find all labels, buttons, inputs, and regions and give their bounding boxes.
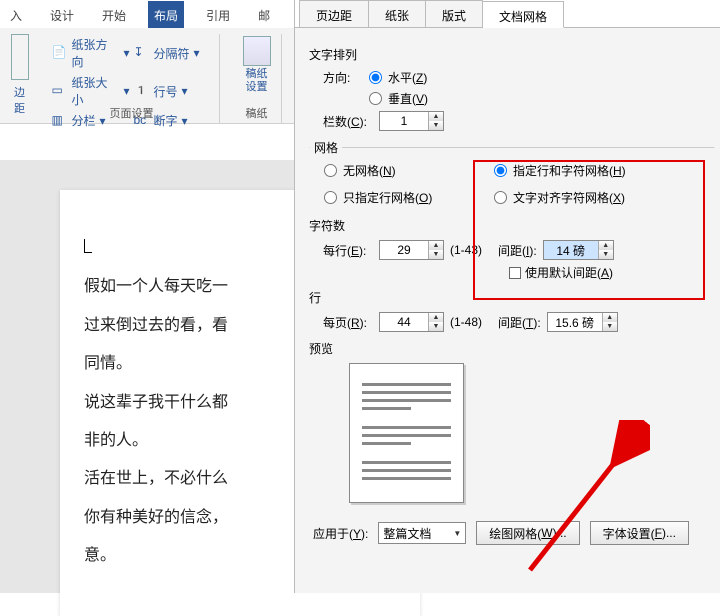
font-settings-button[interactable]: 字体设置(F)...	[590, 521, 689, 545]
ribbon-tab-layout[interactable]: 布局	[148, 1, 184, 28]
char-spacing-label: 间距(I):	[498, 242, 537, 259]
breaks-icon: ↧	[134, 45, 150, 61]
columns-count-label: 栏数(C):	[323, 113, 373, 130]
line-char-grid-radio[interactable]: 指定行和字符网格(H)	[494, 162, 714, 179]
grid-fieldset: 网格 无网格(N) 指定行和字符网格(H) 只指定行网格(O) 文字对齐字符网格…	[309, 139, 715, 209]
line-spacing-spinner[interactable]: ▲▼	[547, 312, 618, 332]
line-spacing-label: 间距(T):	[498, 314, 541, 331]
dialog-tab-strip: 页边距 纸张 版式 文档网格	[295, 0, 720, 28]
writing-paper-group-label: 稿纸	[232, 105, 281, 121]
page-setup-group-label: 页面设置	[44, 105, 219, 121]
breaks-button[interactable]: ↧分隔符 ▾	[132, 34, 214, 72]
preview-box	[349, 363, 464, 503]
grid-title: 网格	[310, 139, 342, 156]
spinner-down-icon[interactable]: ▼	[429, 322, 443, 331]
tab-paper[interactable]: 纸张	[369, 0, 426, 27]
ribbon-tab-design[interactable]: 设计	[44, 1, 80, 28]
columns-count-spinner[interactable]: ▲▼	[379, 111, 444, 131]
spinner-up-icon[interactable]: ▲	[429, 313, 443, 322]
apply-to-value: 整篇文档	[383, 525, 447, 542]
writing-paper-icon[interactable]	[243, 36, 271, 66]
ribbon-tab-references[interactable]: 引用	[200, 1, 236, 28]
chars-title: 字符数	[309, 217, 706, 234]
orientation-icon: 📄	[52, 45, 68, 61]
lines-per-page-input[interactable]	[380, 313, 428, 331]
chars-per-line-range: (1-43)	[450, 243, 482, 257]
use-default-spacing-checkbox[interactable]: 使用默认间距(A)	[509, 264, 613, 281]
spinner-down-icon[interactable]: ▼	[599, 250, 613, 259]
direction-label: 方向:	[323, 69, 363, 86]
tab-document-grid[interactable]: 文档网格	[483, 1, 564, 28]
orientation-button[interactable]: 📄纸张方向 ▾	[50, 34, 132, 72]
draw-grid-button[interactable]: 绘图网格(W)...	[476, 521, 579, 545]
chevron-down-icon: ▼	[453, 529, 461, 538]
char-spacing-spinner[interactable]: ▲▼	[543, 240, 614, 260]
spinner-down-icon[interactable]: ▼	[603, 322, 617, 331]
char-align-grid-radio[interactable]: 文字对齐字符网格(X)	[494, 189, 714, 206]
no-grid-radio[interactable]: 无网格(N)	[324, 162, 494, 179]
ribbon-group-page-setup: 📄纸张方向 ▾ ↧分隔符 ▾ ▭纸张大小 ▾ 1️行号 ▾ ▥分栏 ▾ bc断字…	[44, 34, 220, 123]
ribbon-tab-home[interactable]: 开始	[96, 1, 132, 28]
apply-to-label: 应用于(Y):	[313, 525, 368, 542]
spinner-down-icon[interactable]: ▼	[429, 250, 443, 259]
dialog-body: 文字排列 方向: 水平(Z) 垂直(V) 栏数(C): ▲▼ 网格 无网格(N)…	[295, 28, 720, 559]
page-setup-dialog: 页边距 纸张 版式 文档网格 文字排列 方向: 水平(Z) 垂直(V) 栏数(C…	[294, 0, 720, 593]
spinner-up-icon[interactable]: ▲	[603, 313, 617, 322]
line-numbers-icon: 1️	[134, 83, 150, 99]
chars-per-line-label: 每行(E):	[323, 242, 373, 259]
ribbon-group-writing-paper: 稿纸 设置 稿纸	[232, 34, 282, 123]
line-only-grid-radio[interactable]: 只指定行网格(O)	[324, 189, 494, 206]
writing-paper-button[interactable]: 稿纸 设置	[246, 68, 268, 94]
text-arrange-title: 文字排列	[309, 46, 706, 63]
preview-title: 预览	[309, 340, 706, 357]
spinner-up-icon[interactable]: ▲	[599, 241, 613, 250]
text-cursor	[84, 239, 92, 253]
apply-to-combo[interactable]: 整篇文档 ▼	[378, 522, 466, 544]
columns-count-input[interactable]	[380, 112, 428, 130]
tab-margins[interactable]: 页边距	[299, 0, 369, 27]
direction-vertical-radio[interactable]: 垂直(V)	[369, 90, 428, 107]
ribbon-tab-mailings[interactable]: 邮	[252, 1, 276, 28]
chars-per-line-input[interactable]	[380, 241, 428, 259]
lines-per-page-label: 每页(R):	[323, 314, 373, 331]
ribbon-tab-insert[interactable]: 入	[4, 1, 28, 28]
spinner-up-icon[interactable]: ▲	[429, 112, 443, 121]
spinner-down-icon[interactable]: ▼	[429, 121, 443, 130]
chars-per-line-spinner[interactable]: ▲▼	[379, 240, 444, 260]
lines-title: 行	[309, 289, 706, 306]
line-spacing-input[interactable]	[548, 313, 602, 331]
tab-layout[interactable]: 版式	[426, 0, 483, 27]
ribbon-group-margins: 边距	[8, 34, 32, 123]
ribbon-margins-label[interactable]: 边距	[14, 84, 26, 116]
lines-per-page-spinner[interactable]: ▲▼	[379, 312, 444, 332]
lines-per-page-range: (1-48)	[450, 315, 482, 329]
direction-horizontal-radio[interactable]: 水平(Z)	[369, 69, 427, 86]
spinner-up-icon[interactable]: ▲	[429, 241, 443, 250]
size-icon: ▭	[52, 83, 68, 99]
char-spacing-input[interactable]	[544, 241, 598, 259]
